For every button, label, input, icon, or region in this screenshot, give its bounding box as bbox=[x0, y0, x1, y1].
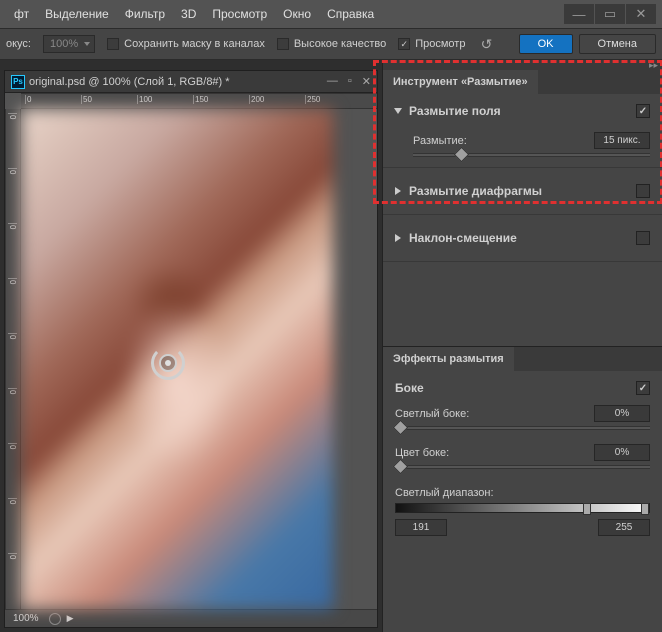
range-thumb-low[interactable] bbox=[583, 503, 591, 515]
slider-thumb[interactable] bbox=[393, 459, 409, 475]
panel-tabbar: Инструмент «Размытие» bbox=[383, 70, 662, 94]
panels-area: ▸▸ Инструмент «Размытие» Размытие поля ✓… bbox=[382, 60, 662, 632]
document-titlebar: Ps original.psd @ 100% (Слой 1, RGB/8#) … bbox=[5, 71, 377, 93]
slider-thumb[interactable] bbox=[393, 420, 409, 436]
save-mask-checkbox[interactable]: Сохранить маску в каналах bbox=[107, 38, 265, 50]
effects-tab[interactable]: Эффекты размытия bbox=[383, 347, 514, 371]
minimize-button[interactable]: — bbox=[564, 4, 594, 24]
cancel-button[interactable]: Отмена bbox=[579, 34, 656, 54]
effects-tabbar: Эффекты размытия bbox=[383, 347, 662, 371]
slider-thumb[interactable] bbox=[453, 147, 469, 163]
iris-blur-section: Размытие диафрагмы bbox=[383, 168, 662, 215]
horizontal-ruler[interactable]: 0 50 100 150 200 250 bbox=[21, 93, 377, 109]
light-range-label: Светлый диапазон: bbox=[395, 487, 494, 499]
light-bokeh-value[interactable]: 0% bbox=[594, 405, 650, 422]
doc-close-icon[interactable]: ✕ bbox=[362, 75, 371, 88]
focus-dropdown[interactable]: 100% bbox=[43, 35, 95, 53]
light-range-low[interactable]: 191 bbox=[395, 519, 447, 536]
bokeh-checkbox[interactable]: ✓ bbox=[636, 381, 650, 395]
tilt-shift-header[interactable]: Наклон-смещение bbox=[395, 231, 650, 245]
doc-minimize-icon[interactable]: — bbox=[327, 75, 338, 88]
menu-bar: фт Выделение Фильтр 3D Просмотр Окно Спр… bbox=[0, 0, 662, 28]
triangle-right-icon bbox=[395, 187, 401, 195]
tilt-shift-section: Наклон-смещение bbox=[383, 215, 662, 262]
color-bokeh-label: Цвет боке: bbox=[395, 447, 449, 459]
menu-item[interactable]: Справка bbox=[319, 7, 382, 21]
field-blur-header[interactable]: Размытие поля ✓ bbox=[395, 104, 650, 118]
document-window: Ps original.psd @ 100% (Слой 1, RGB/8#) … bbox=[4, 70, 378, 628]
reset-icon[interactable]: ↺ bbox=[477, 35, 495, 53]
panel-collapse-icon[interactable]: ▸▸ bbox=[383, 60, 662, 70]
high-quality-checkbox[interactable]: Высокое качество bbox=[277, 38, 386, 50]
light-range-high[interactable]: 255 bbox=[598, 519, 650, 536]
light-range-slider[interactable] bbox=[395, 503, 650, 513]
options-bar: окус: 100% Сохранить маску в каналах Выс… bbox=[0, 28, 662, 60]
status-icon[interactable] bbox=[49, 613, 61, 625]
field-blur-section: Размытие поля ✓ Размытие: 15 пикс. bbox=[383, 94, 662, 168]
window-controls: — ▭ ✕ bbox=[563, 4, 656, 24]
menu-item[interactable]: Окно bbox=[275, 7, 319, 21]
blur-amount-value[interactable]: 15 пикс. bbox=[594, 132, 650, 149]
light-bokeh-slider[interactable] bbox=[395, 426, 650, 430]
tilt-shift-checkbox[interactable] bbox=[636, 231, 650, 245]
status-bar: 100% ▶ bbox=[5, 609, 377, 627]
canvas[interactable] bbox=[21, 109, 333, 609]
preview-checkbox[interactable]: ✓Просмотр bbox=[398, 38, 465, 50]
color-bokeh-slider[interactable] bbox=[395, 465, 650, 469]
blur-tool-panel: Инструмент «Размытие» Размытие поля ✓ Ра… bbox=[383, 70, 662, 560]
document-area: Ps original.psd @ 100% (Слой 1, RGB/8#) … bbox=[0, 60, 382, 632]
iris-blur-header[interactable]: Размытие диафрагмы bbox=[395, 184, 650, 198]
triangle-down-icon bbox=[394, 108, 402, 114]
menu-item[interactable]: фт bbox=[6, 7, 37, 21]
light-bokeh-label: Светлый боке: bbox=[395, 408, 469, 420]
zoom-level[interactable]: 100% bbox=[13, 613, 39, 624]
ok-button[interactable]: OK bbox=[519, 34, 573, 54]
doc-maximize-icon[interactable]: ▫ bbox=[348, 75, 352, 88]
info-arrow-icon[interactable]: ▶ bbox=[67, 613, 74, 624]
menu-item[interactable]: Просмотр bbox=[204, 7, 275, 21]
menu-item[interactable]: Фильтр bbox=[117, 7, 173, 21]
triangle-right-icon bbox=[395, 234, 401, 242]
blur-tool-tab[interactable]: Инструмент «Размытие» bbox=[383, 70, 538, 94]
color-bokeh-value[interactable]: 0% bbox=[594, 444, 650, 461]
vertical-ruler[interactable]: 0 0 0 0 0 0 0 0 0 bbox=[5, 109, 21, 609]
close-button[interactable]: ✕ bbox=[626, 4, 656, 24]
document-title: original.psd @ 100% (Слой 1, RGB/8#) * bbox=[29, 76, 327, 88]
checkbox-icon: ✓ bbox=[398, 38, 410, 50]
field-blur-checkbox[interactable]: ✓ bbox=[636, 104, 650, 118]
checkbox-icon bbox=[107, 38, 119, 50]
iris-blur-checkbox[interactable] bbox=[636, 184, 650, 198]
menu-item[interactable]: Выделение bbox=[37, 7, 117, 21]
blur-amount-label: Размытие: bbox=[413, 135, 467, 147]
menu-item[interactable]: 3D bbox=[173, 7, 204, 21]
blur-effects-panel: Эффекты размытия Боке ✓ Светлый боке: 0% bbox=[383, 346, 662, 560]
focus-label: окус: bbox=[6, 38, 31, 50]
ps-icon: Ps bbox=[11, 75, 25, 89]
checkbox-icon bbox=[277, 38, 289, 50]
bokeh-label: Боке bbox=[395, 381, 424, 395]
range-thumb-high[interactable] bbox=[641, 503, 649, 515]
maximize-button[interactable]: ▭ bbox=[595, 4, 625, 24]
blur-amount-slider[interactable] bbox=[413, 153, 650, 157]
